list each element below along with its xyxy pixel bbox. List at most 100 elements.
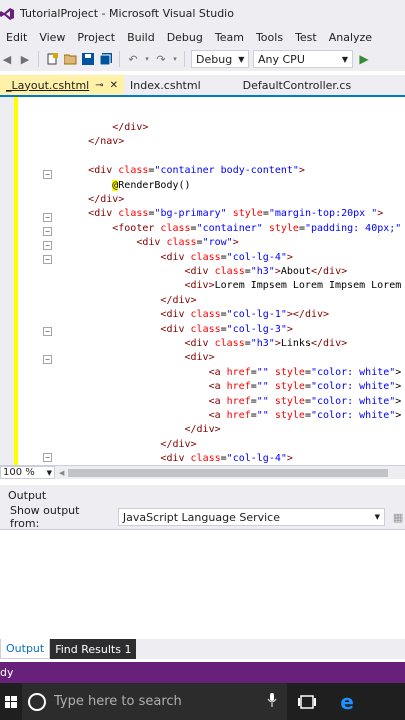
forward-icon[interactable]: ▶: [18, 52, 32, 66]
code-token: </div>: [184, 424, 221, 436]
edge-browser-icon[interactable]: e: [327, 683, 367, 720]
code-token: "": [256, 366, 269, 378]
code-token: RenderBody(): [118, 179, 191, 191]
code-token: >: [377, 208, 384, 220]
code-token: <div: [160, 251, 191, 263]
save-all-icon[interactable]: [99, 52, 113, 66]
tab-layout-cshtml[interactable]: _Layout.cshtml ⊸ ✕: [0, 75, 125, 95]
code-token: <a: [208, 395, 227, 407]
code-token: class: [214, 266, 245, 277]
code-token: Lorem Impsem Lorem Impsem Lorem: [214, 280, 402, 292]
code-token: <div: [184, 338, 215, 349]
new-project-icon[interactable]: [45, 52, 59, 66]
collapse-toggle-icon[interactable]: −: [43, 170, 52, 179]
pin-icon[interactable]: ⊸: [95, 80, 103, 91]
code-token: class: [190, 323, 221, 335]
code-token: <div: [136, 237, 167, 249]
collapse-toggle-icon[interactable]: −: [43, 453, 52, 462]
menu-test[interactable]: Test: [289, 31, 323, 44]
output-source-select[interactable]: JavaScript Language Service ▼: [117, 508, 386, 526]
redo-icon[interactable]: ↷: [154, 52, 168, 66]
taskbar-search-box[interactable]: Type here to search: [22, 683, 287, 720]
code-line: <div class="h3">Links</div>: [40, 337, 348, 351]
menu-edit[interactable]: Edit: [0, 31, 33, 44]
menu-project[interactable]: Project: [71, 31, 121, 44]
solution-platform-dropdown[interactable]: Any CPU ▼: [253, 50, 353, 68]
windows-taskbar: Type here to search e: [0, 683, 405, 720]
undo-icon[interactable]: ↶: [126, 52, 140, 66]
task-view-icon[interactable]: [287, 683, 327, 720]
code-token: "margin-top:20px ": [268, 208, 378, 220]
toolbar-separator: [119, 51, 120, 67]
code-token: class: [214, 338, 245, 349]
code-token: Links: [280, 338, 311, 349]
code-token: href: [226, 366, 251, 378]
code-token: <a: [208, 381, 227, 393]
tab-output[interactable]: Output: [0, 639, 51, 659]
window-title: TutorialProject - Microsoft Visual Studi…: [20, 7, 234, 20]
code-line: </nav>: [40, 135, 124, 149]
scroll-left-icon[interactable]: ◀: [59, 469, 64, 477]
code-line: <a href="" style="color: white">: [40, 409, 402, 423]
code-token: ></div>: [286, 309, 330, 321]
back-icon[interactable]: ◀: [0, 52, 14, 66]
code-line: <div class="col-lg-4">: [40, 452, 293, 465]
code-token: "h3": [250, 266, 275, 277]
code-editor[interactable]: </div> </nav> <div class="container body…: [14, 97, 405, 465]
collapse-toggle-icon[interactable]: −: [43, 255, 52, 264]
zoom-dropdown[interactable]: 100 % ▼: [0, 466, 55, 479]
collapse-toggle-icon[interactable]: −: [43, 327, 52, 336]
tab-defaultcontroller-cs[interactable]: DefaultController.cs: [237, 75, 358, 95]
code-line: </div>: [40, 294, 197, 308]
output-text-area[interactable]: [0, 529, 405, 639]
save-icon[interactable]: [81, 52, 95, 66]
menu-tools[interactable]: Tools: [250, 31, 289, 44]
code-token: "col-lg-4": [226, 251, 287, 263]
close-icon[interactable]: ✕: [110, 80, 118, 91]
code-token: style: [274, 381, 305, 393]
tab-label: Index.cshtml: [130, 78, 201, 92]
solution-configuration-dropdown[interactable]: Debug ▼: [191, 50, 249, 68]
code-token: "row": [202, 237, 233, 249]
tab-find-results-1[interactable]: Find Results 1: [50, 639, 137, 659]
menu-analyze[interactable]: Analyze: [323, 31, 378, 44]
scrollbar-thumb[interactable]: [68, 468, 389, 477]
code-token: class: [160, 222, 191, 234]
windows-logo-icon: [5, 695, 17, 708]
taskbar-search-placeholder: Type here to search: [54, 694, 182, 709]
collapse-toggle-icon[interactable]: −: [43, 241, 52, 250]
dropdown-arrow-icon[interactable]: ▾: [172, 52, 178, 66]
tab-index-cshtml[interactable]: Index.cshtml: [124, 75, 207, 95]
start-icon[interactable]: ▶: [357, 52, 371, 66]
menu-view[interactable]: View: [33, 31, 71, 44]
code-token: "container body-content": [154, 165, 299, 177]
code-line: <div class="bg-primary" style="margin-to…: [40, 207, 383, 221]
code-token: <div>: [184, 280, 215, 292]
collapse-toggle-icon[interactable]: −: [43, 355, 52, 364]
code-token: style: [232, 208, 263, 220]
collapse-toggle-icon[interactable]: −: [43, 227, 52, 236]
code-token: "col-lg-3": [226, 323, 287, 335]
toolbar-separator: [38, 51, 39, 67]
output-pane-header: Output: [0, 485, 405, 505]
start-button[interactable]: [0, 683, 22, 720]
menu-team[interactable]: Team: [209, 31, 250, 44]
collapse-toggle-icon[interactable]: −: [43, 213, 52, 222]
dropdown-arrow-icon[interactable]: ▾: [144, 52, 150, 66]
title-bar: TutorialProject - Microsoft Visual Studi…: [0, 0, 405, 27]
microphone-icon[interactable]: [267, 692, 277, 711]
clear-all-icon[interactable]: ▦: [391, 510, 405, 524]
code-token: >: [395, 381, 402, 393]
menu-build[interactable]: Build: [121, 31, 161, 44]
menu-debug[interactable]: Debug: [161, 31, 209, 44]
open-icon[interactable]: [63, 52, 77, 66]
code-token: >: [395, 366, 402, 378]
editor-horizontal-scrollbar: 100 % ▼ ◀: [0, 465, 405, 479]
code-token: </div>: [160, 294, 197, 306]
